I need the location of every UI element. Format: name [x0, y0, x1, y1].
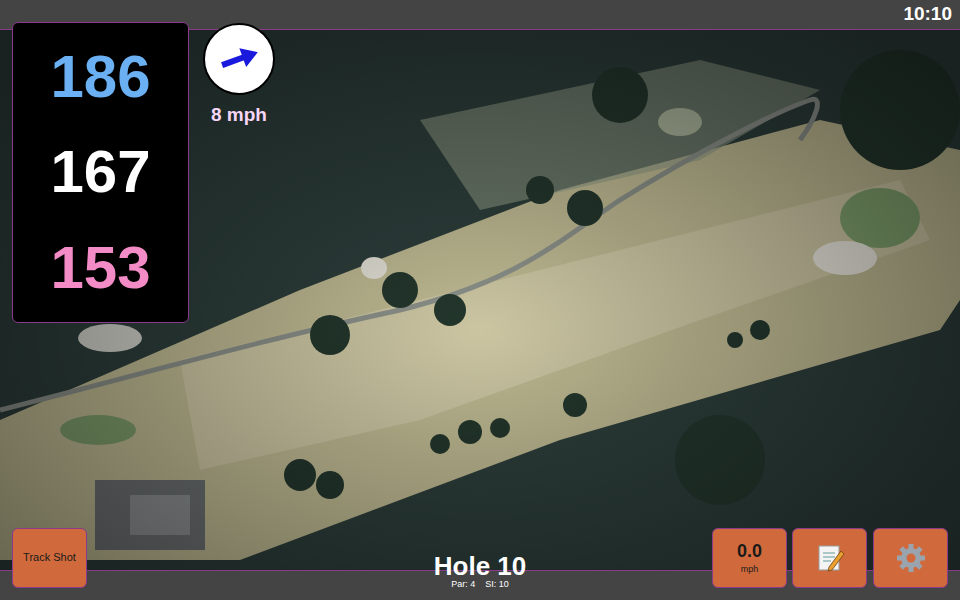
hole-par: Par: 4	[451, 580, 475, 590]
hole-title: Hole 10	[434, 552, 527, 581]
gear-icon	[895, 542, 927, 574]
settings-button[interactable]	[873, 528, 948, 588]
clock: 10:10	[903, 0, 952, 29]
speed-value: 0.0	[737, 541, 762, 563]
hole-details: Par: 4 SI: 10	[451, 580, 509, 590]
distance-value: 167	[50, 139, 150, 205]
wind-indicator: 8 mph	[202, 23, 276, 130]
wind-dial	[203, 23, 275, 95]
hole-si: SI: 10	[485, 580, 509, 590]
notepad-icon	[815, 543, 845, 573]
track-shot-label: Track Shot	[23, 551, 76, 565]
distance-value: 153	[50, 235, 150, 301]
distance-value: 186	[50, 44, 150, 110]
wind-arrow-icon	[211, 31, 267, 87]
hole-info: Hole 10Par: 4 SI: 10	[380, 552, 580, 590]
distance-panel: 186 167 153	[12, 22, 189, 323]
speed-unit: mph	[741, 564, 759, 575]
track-shot-button[interactable]: Track Shot	[12, 528, 87, 588]
notes-button[interactable]	[792, 528, 867, 588]
speed-button[interactable]: 0.0mph	[712, 528, 787, 588]
wind-speed: 8 mph	[211, 101, 267, 130]
